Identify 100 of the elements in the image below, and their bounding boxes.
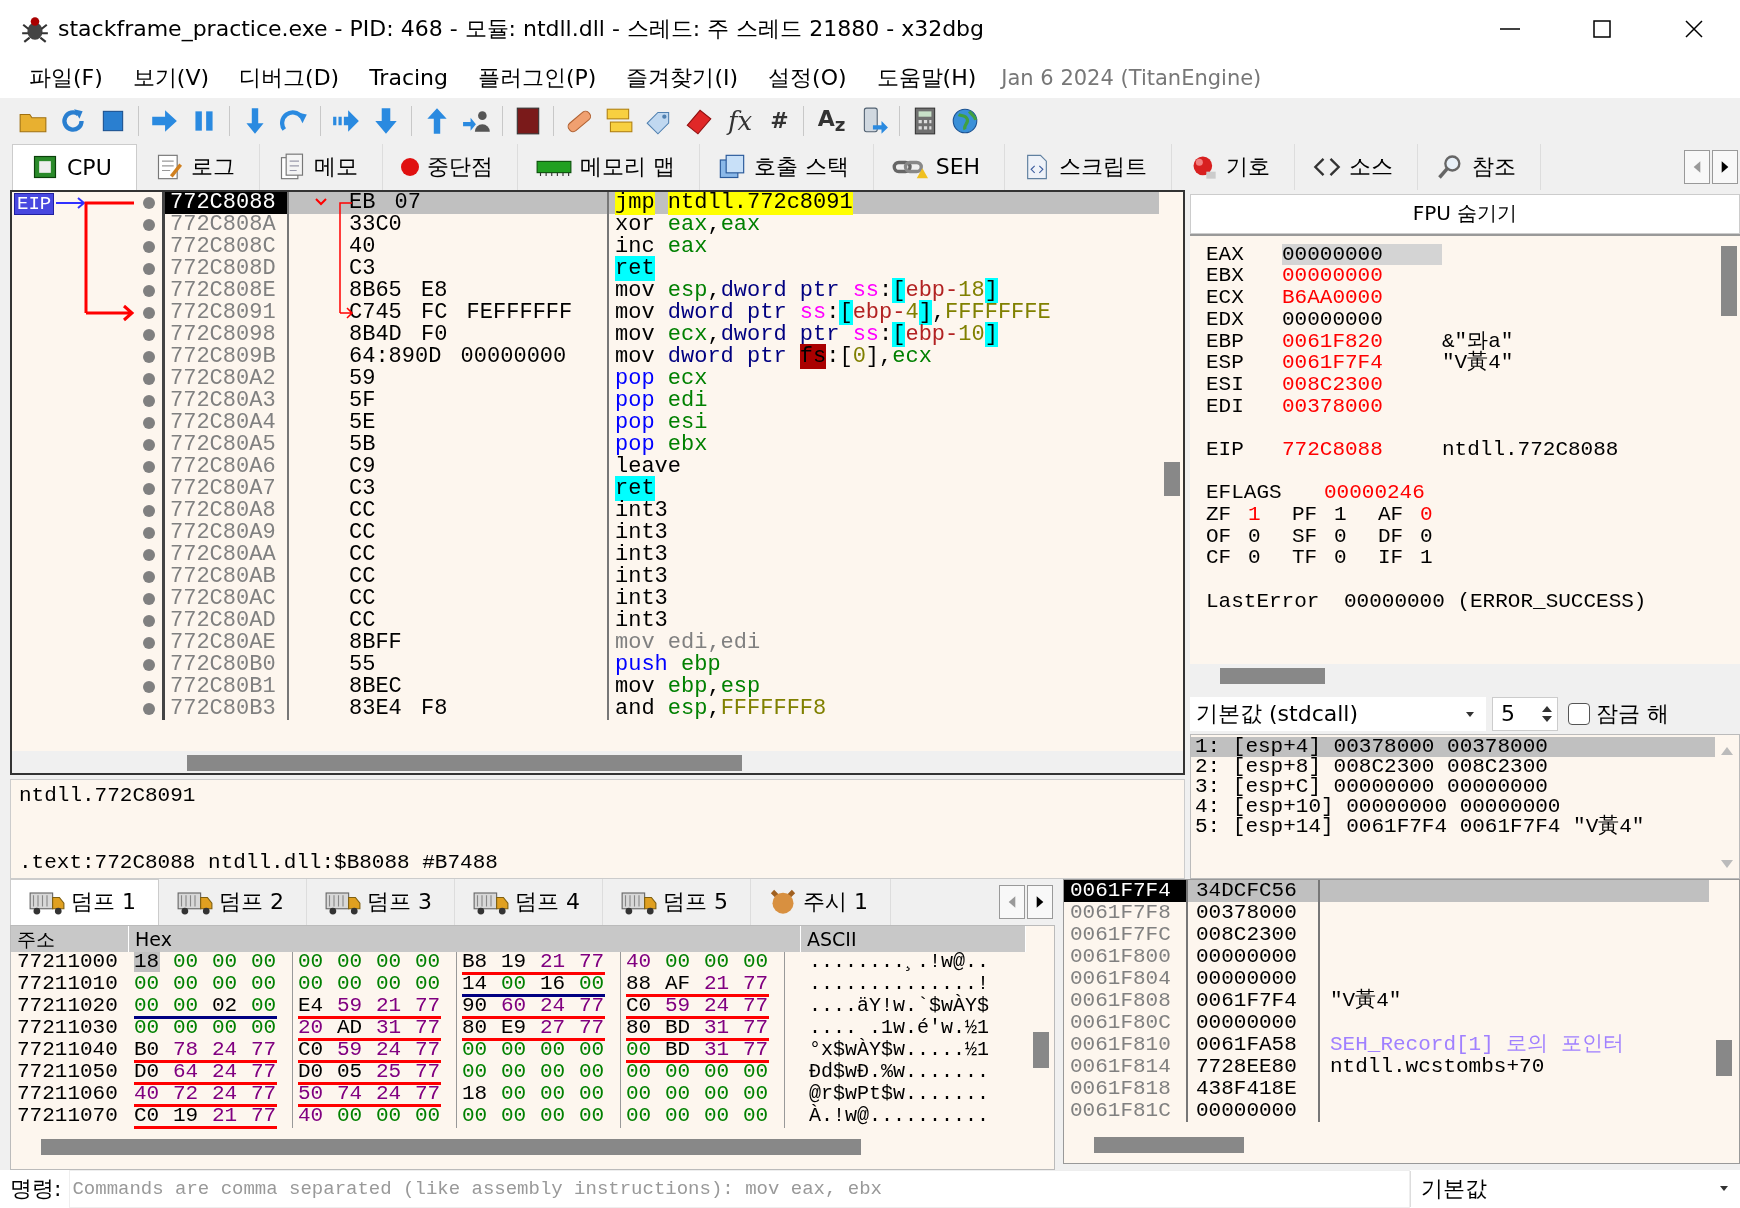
disassembly-row[interactable]: 772C80AE 8BFF mov edi,edi: [165, 631, 1159, 654]
dot-icon[interactable]: [143, 592, 155, 605]
hex-byte[interactable]: 00: [626, 1105, 652, 1126]
disassembly-row[interactable]: 772C808A 33C0 xor eax,eax: [165, 213, 1159, 236]
command-mode-dropdown[interactable]: 기본값: [1410, 1171, 1740, 1207]
hex-byte[interactable]: 00: [134, 973, 160, 994]
hex-byte[interactable]: C0: [298, 1039, 324, 1060]
hex-byte[interactable]: 00: [173, 1017, 199, 1038]
scrollbar-thumb[interactable]: [1716, 1039, 1732, 1076]
hex-byte[interactable]: 24: [376, 1039, 402, 1060]
dot-icon[interactable]: [143, 614, 155, 627]
hex-byte[interactable]: 24: [212, 1083, 238, 1104]
dot-icon[interactable]: [143, 702, 155, 715]
tab[interactable]: 덤프 2: [159, 878, 307, 925]
dump-row[interactable]: 77211020 00 00 02 00 E4 59 21 77 90 60 24 77 C0 59 24 77 ....äY!w.`$wÀY$: [11, 995, 1026, 1018]
menu-item[interactable]: 즐겨찾기(I): [611, 62, 754, 93]
menu-item[interactable]: 디버그(D): [224, 62, 355, 93]
flag-value[interactable]: 0: [1334, 547, 1347, 570]
stack-row[interactable]: 0061F818 438F418E: [1064, 1077, 1709, 1100]
hex-byte[interactable]: 00: [462, 1039, 488, 1060]
hex-byte[interactable]: E4: [298, 995, 324, 1016]
toolbar-button[interactable]: fx: [724, 105, 757, 136]
stack-row[interactable]: 0061F81C 00000000: [1064, 1099, 1709, 1122]
register-value[interactable]: 00000246: [1324, 482, 1484, 504]
hex-byte[interactable]: 00: [743, 1105, 769, 1126]
dot-icon[interactable]: [143, 328, 155, 341]
hex-byte[interactable]: 00: [501, 973, 527, 994]
dot-icon[interactable]: [143, 482, 155, 495]
hex-byte[interactable]: 77: [743, 973, 769, 994]
hex-byte[interactable]: 77: [251, 1061, 277, 1082]
hex-byte[interactable]: 27: [540, 1017, 566, 1038]
hex-byte[interactable]: C0: [134, 1105, 160, 1126]
dot-icon[interactable]: [143, 218, 155, 231]
argument-row[interactable]: 3: [esp+C] 00000000 00000000: [1191, 776, 1715, 797]
calling-convention-dropdown[interactable]: 기본값 (stdcall): [1190, 696, 1486, 731]
hex-byte[interactable]: 14: [462, 973, 488, 994]
scroll-right-button[interactable]: [1027, 884, 1053, 919]
hex-byte[interactable]: 21: [212, 1105, 238, 1126]
scrollbar-thumb[interactable]: [1033, 1031, 1049, 1068]
hex-byte[interactable]: 00: [665, 1105, 691, 1126]
register-value[interactable]: 00378000: [1282, 395, 1442, 418]
register-value[interactable]: 00000000: [1282, 265, 1442, 288]
dump-row[interactable]: 77211050 D0 64 24 77 D0 05 25 77 00 00 00 00 00 00 00 00 Ðd$wÐ.%w.......: [11, 1061, 1026, 1084]
register-value[interactable]: 772C8088: [1282, 438, 1442, 461]
argument-row[interactable]: 1: [esp+4] 00378000 00378000: [1191, 736, 1715, 757]
hex-byte[interactable]: 00: [337, 973, 363, 994]
hex-byte[interactable]: 00: [501, 1105, 527, 1126]
hex-byte[interactable]: 00: [501, 1039, 527, 1060]
stack-row[interactable]: 0061F7F8 00378000: [1064, 901, 1709, 924]
dump-row[interactable]: 77211040 B0 78 24 77 C0 59 24 77 00 00 00 00 00 BD 31 77 °x$wÀY$w.....½1: [11, 1039, 1026, 1062]
tab[interactable]: CPU: [12, 143, 137, 190]
hex-byte[interactable]: 00: [298, 951, 324, 972]
stack-row[interactable]: 0061F7FC 008C2300: [1064, 923, 1709, 946]
stack-row[interactable]: 0061F800 00000000: [1064, 945, 1709, 968]
flag-value[interactable]: 1: [1334, 504, 1347, 526]
scroll-right-button[interactable]: [1712, 149, 1738, 184]
hex-byte[interactable]: 00: [251, 1017, 277, 1038]
argument-row[interactable]: 2: [esp+8] 008C2300 008C2300: [1191, 756, 1715, 777]
hex-byte[interactable]: B0: [134, 1039, 160, 1060]
hex-byte[interactable]: 00: [212, 951, 238, 972]
hex-byte[interactable]: AD: [337, 1017, 363, 1038]
hex-byte[interactable]: 77: [743, 1039, 769, 1060]
hex-byte[interactable]: 00: [704, 1061, 730, 1082]
hex-byte[interactable]: 77: [743, 1017, 769, 1038]
menu-item[interactable]: Tracing: [354, 65, 463, 91]
hex-byte[interactable]: 18: [462, 1083, 488, 1104]
disassembly-row[interactable]: 772C80A7 C3 ret: [165, 477, 1159, 500]
column-header[interactable]: Hex: [129, 925, 801, 952]
tab[interactable]: 덤프 4: [455, 878, 603, 925]
register-value[interactable]: 00000000: [1282, 243, 1442, 266]
hex-byte[interactable]: 19: [501, 951, 527, 972]
hex-byte[interactable]: 72: [173, 1083, 199, 1104]
dot-icon[interactable]: [143, 526, 155, 539]
dot-icon[interactable]: [143, 460, 155, 473]
menu-item[interactable]: 파일(F): [14, 62, 118, 93]
hex-byte[interactable]: 00: [579, 1083, 605, 1104]
hex-byte[interactable]: 24: [376, 1083, 402, 1104]
hex-byte[interactable]: 02: [212, 995, 238, 1016]
hex-byte[interactable]: 50: [298, 1083, 324, 1104]
dot-icon[interactable]: [143, 284, 155, 297]
dot-icon[interactable]: [143, 372, 155, 385]
disassembly-row[interactable]: 772C80B3 83E4 F8 and esp,FFFFFFF8: [165, 697, 1159, 720]
command-field[interactable]: Commands are comma separated (like assembly instructions): mov eax, ebx: [69, 1170, 1410, 1208]
hex-byte[interactable]: 00: [173, 995, 199, 1016]
register-value[interactable]: 00000000: [1282, 308, 1442, 331]
hex-byte[interactable]: BD: [665, 1017, 691, 1038]
menu-item[interactable]: 설정(O): [753, 62, 862, 93]
hex-byte[interactable]: 18: [134, 951, 160, 972]
dot-icon[interactable]: [143, 306, 155, 319]
scrollbar-thumb[interactable]: [1721, 245, 1737, 316]
hex-byte[interactable]: 00: [501, 1061, 527, 1082]
hex-byte[interactable]: 00: [743, 951, 769, 972]
hex-byte[interactable]: 00: [251, 951, 277, 972]
hex-byte[interactable]: 00: [415, 973, 441, 994]
hex-byte[interactable]: 00: [501, 1083, 527, 1104]
disassembly-row[interactable]: 772C80A3 5F pop edi: [165, 389, 1159, 412]
stack-row[interactable]: 0061F814 7728EE80 ntdll.wcstombs+70: [1064, 1055, 1709, 1078]
disassembly-row[interactable]: 772C8091 C745 FC FEFFFFFF mov dword ptr ss:[ebp-4],FFFFFFFE: [165, 301, 1159, 324]
dot-icon[interactable]: [143, 416, 155, 429]
hex-byte[interactable]: D0: [134, 1061, 160, 1082]
